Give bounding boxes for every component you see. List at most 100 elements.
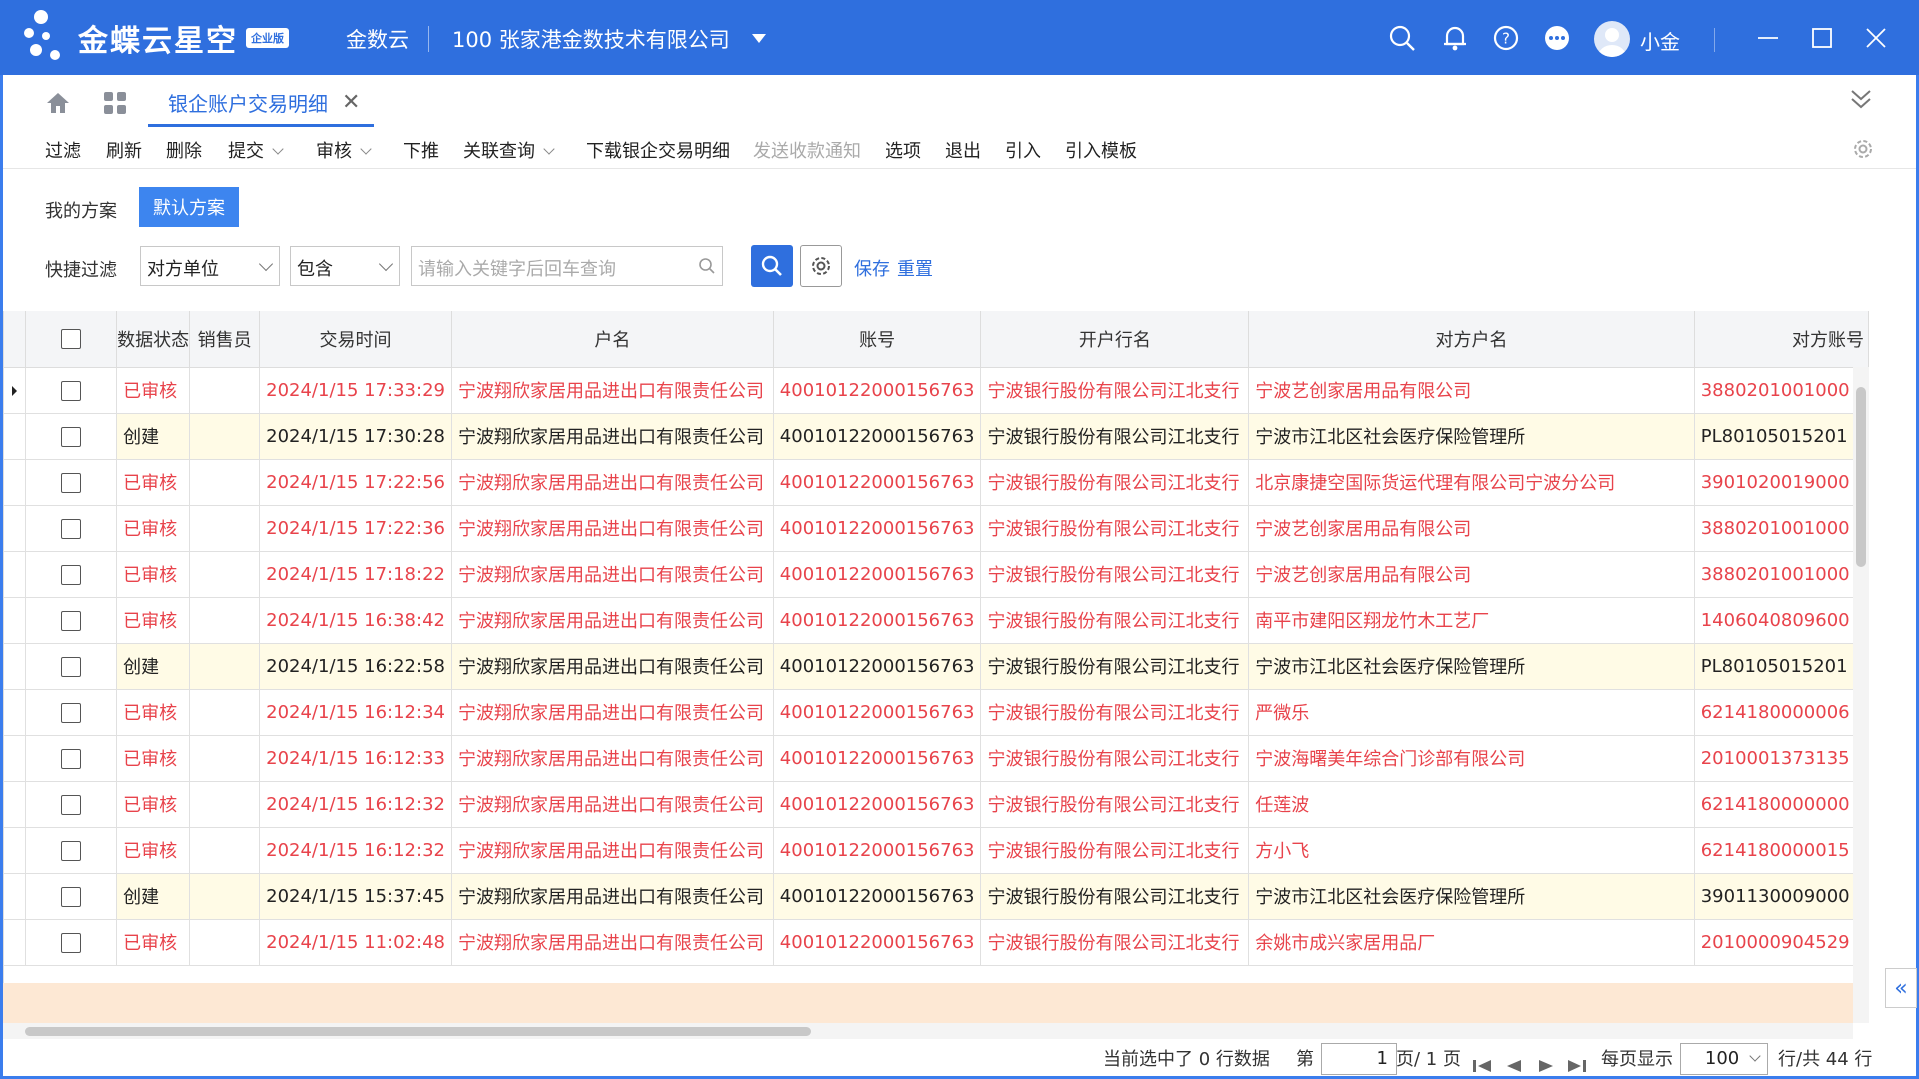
row-checkbox[interactable]: [60, 794, 81, 815]
chevron-down-icon[interactable]: [272, 143, 284, 155]
salesperson-cell[interactable]: [189, 689, 261, 736]
import-template-button[interactable]: 引入模板: [1065, 137, 1137, 163]
status-cell[interactable]: 已审核: [116, 367, 191, 414]
counterparty-name-cell[interactable]: 南平市建阳区翔龙竹木工艺厂: [1248, 597, 1695, 644]
account-number-cell[interactable]: 40010122000156763: [773, 735, 982, 782]
status-cell[interactable]: 已审核: [116, 781, 191, 828]
counterparty-name-cell[interactable]: 严微乐: [1248, 689, 1695, 736]
row-checkbox-cell[interactable]: [25, 643, 118, 690]
chevron-down-icon[interactable]: [543, 143, 555, 155]
bank-name-cell[interactable]: 宁波银行股份有限公司江北支行: [980, 735, 1250, 782]
vertical-scroll-thumb[interactable]: [1856, 387, 1866, 567]
column-header[interactable]: 户名: [451, 311, 774, 368]
table-row[interactable]: 已审核 2024/1/15 17:33:29 宁波翔欣家居用品进出口有限责任公司 40…: [4, 367, 1869, 414]
import-button[interactable]: 引入: [1005, 137, 1041, 163]
salesperson-cell[interactable]: [189, 735, 261, 782]
counterparty-name-cell[interactable]: 宁波海曙美年综合门诊部有限公司: [1248, 735, 1695, 782]
account-name-cell[interactable]: 宁波翔欣家居用品进出口有限责任公司: [451, 413, 774, 460]
status-cell[interactable]: 创建: [116, 413, 191, 460]
account-number-cell[interactable]: 40010122000156763: [773, 689, 982, 736]
tab-bank-transactions[interactable]: 银企账户交易明细 ✕: [148, 81, 375, 127]
apps-grid-icon[interactable]: [103, 91, 127, 115]
column-header[interactable]: 对方账号: [1694, 311, 1869, 368]
counterparty-account-cell[interactable]: 3880201001000: [1694, 551, 1869, 598]
row-checkbox-cell[interactable]: [25, 367, 118, 414]
bank-name-cell[interactable]: 宁波银行股份有限公司江北支行: [980, 643, 1250, 690]
bank-name-cell[interactable]: 宁波银行股份有限公司江北支行: [980, 827, 1250, 874]
column-header[interactable]: 销售员: [189, 311, 261, 368]
table-row[interactable]: 创建 2024/1/15 15:37:45 宁波翔欣家居用品进出口有限责任公司 400…: [4, 873, 1869, 920]
account-name-cell[interactable]: 宁波翔欣家居用品进出口有限责任公司: [451, 459, 774, 506]
account-number-cell[interactable]: 40010122000156763: [773, 367, 982, 414]
row-checkbox[interactable]: [60, 564, 81, 585]
send-notice-button[interactable]: 发送收款通知: [753, 137, 861, 163]
transaction-time-cell[interactable]: 2024/1/15 17:22:56: [259, 459, 452, 506]
account-name-cell[interactable]: 宁波翔欣家居用品进出口有限责任公司: [451, 505, 774, 552]
transaction-time-cell[interactable]: 2024/1/15 11:02:48: [259, 919, 452, 966]
filter-operator-select[interactable]: 包含: [290, 246, 400, 286]
column-header[interactable]: 对方户名: [1248, 311, 1695, 368]
salesperson-cell[interactable]: [189, 367, 261, 414]
counterparty-account-cell[interactable]: 1406040809600: [1694, 597, 1869, 644]
column-header[interactable]: 数据状态: [116, 311, 191, 368]
close-window-icon[interactable]: [1862, 24, 1890, 52]
bank-name-cell[interactable]: 宁波银行股份有限公司江北支行: [980, 459, 1250, 506]
refresh-button[interactable]: 刷新: [106, 137, 142, 163]
save-link[interactable]: 保存: [854, 255, 890, 281]
bank-name-cell[interactable]: 宁波银行股份有限公司江北支行: [980, 689, 1250, 736]
first-page-icon[interactable]: [1471, 1051, 1493, 1079]
counterparty-account-cell[interactable]: 3901020019000: [1694, 459, 1869, 506]
row-checkbox[interactable]: [60, 656, 81, 677]
transaction-time-cell[interactable]: 2024/1/15 17:33:29: [259, 367, 452, 414]
per-page-select[interactable]: 100: [1680, 1043, 1768, 1075]
status-cell[interactable]: 创建: [116, 643, 191, 690]
counterparty-account-cell[interactable]: PL80105015201: [1694, 413, 1869, 460]
row-checkbox-cell[interactable]: [25, 873, 118, 920]
account-number-cell[interactable]: 40010122000156763: [773, 781, 982, 828]
counterparty-name-cell[interactable]: 宁波艺创家居用品有限公司: [1248, 505, 1695, 552]
app-name[interactable]: 金数云: [346, 24, 409, 54]
transaction-time-cell[interactable]: 2024/1/15 16:12:33: [259, 735, 452, 782]
horizontal-scrollbar[interactable]: [3, 1023, 1853, 1039]
counterparty-account-cell[interactable]: 3880201001000: [1694, 367, 1869, 414]
column-header[interactable]: 账号: [773, 311, 982, 368]
related-query-button[interactable]: 关联查询: [463, 137, 555, 163]
row-checkbox[interactable]: [60, 748, 81, 769]
maximize-icon[interactable]: [1808, 24, 1836, 52]
table-row[interactable]: 已审核 2024/1/15 16:12:33 宁波翔欣家居用品进出口有限责任公司 40…: [4, 735, 1869, 782]
table-row[interactable]: 已审核 2024/1/15 16:38:42 宁波翔欣家居用品进出口有限责任公司 40…: [4, 597, 1869, 644]
last-page-icon[interactable]: [1566, 1051, 1588, 1079]
transaction-time-cell[interactable]: 2024/1/15 17:22:36: [259, 505, 452, 552]
status-cell[interactable]: 已审核: [116, 505, 191, 552]
transaction-time-cell[interactable]: 2024/1/15 15:37:45: [259, 873, 452, 920]
salesperson-cell[interactable]: [189, 551, 261, 598]
account-number-cell[interactable]: 40010122000156763: [773, 827, 982, 874]
minimize-icon[interactable]: [1754, 24, 1782, 52]
tab-close-icon[interactable]: ✕: [342, 90, 360, 115]
row-checkbox-cell[interactable]: [25, 597, 118, 644]
push-down-button[interactable]: 下推: [403, 137, 439, 163]
vertical-scrollbar[interactable]: [1853, 367, 1869, 1023]
counterparty-name-cell[interactable]: 宁波市江北区社会医疗保险管理所: [1248, 873, 1695, 920]
account-name-cell[interactable]: 宁波翔欣家居用品进出口有限责任公司: [451, 781, 774, 828]
reset-link[interactable]: 重置: [897, 255, 933, 281]
counterparty-account-cell[interactable]: 3880201001000: [1694, 505, 1869, 552]
collapse-sidebar-icon[interactable]: «: [1885, 968, 1917, 1008]
transaction-time-cell[interactable]: 2024/1/15 17:30:28: [259, 413, 452, 460]
table-row[interactable]: 已审核 2024/1/15 17:22:56 宁波翔欣家居用品进出口有限责任公司 40…: [4, 459, 1869, 506]
account-name-cell[interactable]: 宁波翔欣家居用品进出口有限责任公司: [451, 689, 774, 736]
counterparty-account-cell[interactable]: 2010000904529: [1694, 919, 1869, 966]
exit-button[interactable]: 退出: [945, 137, 981, 163]
account-number-cell[interactable]: 40010122000156763: [773, 413, 982, 460]
transaction-time-cell[interactable]: 2024/1/15 16:38:42: [259, 597, 452, 644]
counterparty-name-cell[interactable]: 宁波艺创家居用品有限公司: [1248, 367, 1695, 414]
filter-settings-button[interactable]: [800, 245, 842, 287]
row-checkbox[interactable]: [60, 380, 81, 401]
row-checkbox[interactable]: [60, 518, 81, 539]
bank-name-cell[interactable]: 宁波银行股份有限公司江北支行: [980, 413, 1250, 460]
row-checkbox-cell[interactable]: [25, 919, 118, 966]
submit-button[interactable]: 提交: [228, 137, 284, 163]
account-number-cell[interactable]: 40010122000156763: [773, 505, 982, 552]
counterparty-name-cell[interactable]: 北京康捷空国际货运代理有限公司宁波分公司: [1248, 459, 1695, 506]
account-number-cell[interactable]: 40010122000156763: [773, 873, 982, 920]
